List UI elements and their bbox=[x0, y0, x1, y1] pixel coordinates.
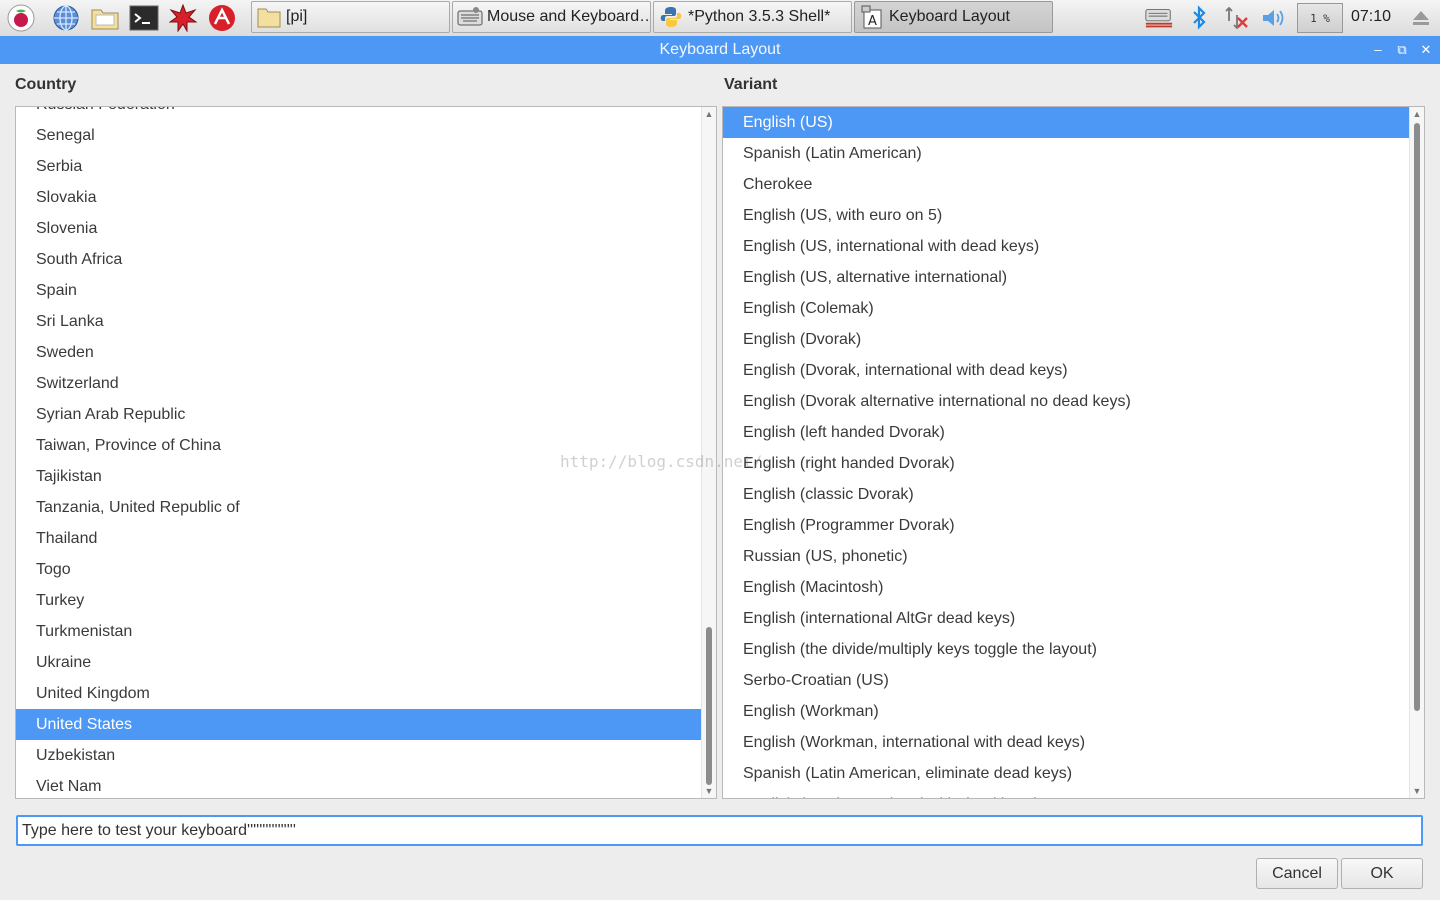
minimize-button[interactable]: ‒ bbox=[1368, 36, 1388, 64]
folder-icon bbox=[256, 5, 282, 29]
scroll-down-icon[interactable]: ▼ bbox=[702, 784, 716, 798]
variant-item[interactable]: English (the divide/multiply keys toggle… bbox=[723, 634, 1409, 665]
task-python-shell[interactable]: *Python 3.5.3 Shell* bbox=[653, 1, 852, 33]
country-list-rows: Russian FederationSenegalSerbiaSlovakiaS… bbox=[16, 107, 701, 798]
variant-item[interactable]: Cherokee bbox=[723, 169, 1409, 200]
web-browser-icon[interactable] bbox=[51, 3, 81, 33]
cpu-monitor: 1 % bbox=[1297, 3, 1343, 33]
task-label: [pi] bbox=[286, 8, 308, 25]
variant-item[interactable]: English (Dvorak, international with dead… bbox=[723, 355, 1409, 386]
country-item[interactable]: Tajikistan bbox=[16, 461, 701, 492]
variant-list-rows: English (US) Spanish (Latin American) Cher… bbox=[723, 107, 1409, 798]
country-item[interactable]: Tanzania, United Republic of bbox=[16, 492, 701, 523]
wolfram-icon[interactable] bbox=[207, 3, 237, 33]
variant-item[interactable]: English (Colemak) bbox=[723, 293, 1409, 324]
bluetooth-icon[interactable] bbox=[1184, 3, 1214, 33]
task-keyboard-layout[interactable]: A Keyboard Layout bbox=[854, 1, 1053, 33]
country-item[interactable]: Turkmenistan bbox=[16, 616, 701, 647]
close-button[interactable]: ✕ bbox=[1416, 36, 1436, 64]
variant-item[interactable]: English (international AltGr dead keys) bbox=[723, 603, 1409, 634]
variant-item[interactable]: Serbo-Croatian (US) bbox=[723, 665, 1409, 696]
country-item[interactable]: Slovakia bbox=[16, 182, 701, 213]
clock[interactable]: 07:10 bbox=[1351, 8, 1391, 26]
variant-item[interactable]: English (US, with euro on 5) bbox=[723, 200, 1409, 231]
volume-icon[interactable] bbox=[1258, 3, 1288, 33]
eject-icon[interactable] bbox=[1406, 3, 1436, 33]
scroll-up-icon[interactable]: ▲ bbox=[702, 107, 716, 121]
country-item[interactable]: Syrian Arab Republic bbox=[16, 399, 701, 430]
country-item[interactable]: Switzerland bbox=[16, 368, 701, 399]
country-scrollbar[interactable]: ▲ ▼ bbox=[701, 107, 716, 798]
country-item[interactable]: Senegal bbox=[16, 120, 701, 151]
variant-item[interactable]: Spanish (Latin American, eliminate dead … bbox=[723, 758, 1409, 789]
cpu-usage: 1 % bbox=[1310, 11, 1330, 25]
taskbar: [pi] Mouse and Keyboard… *Python 3.5.3 S… bbox=[0, 0, 1440, 37]
variant-item[interactable]: Russian (US, phonetic) bbox=[723, 541, 1409, 572]
country-item[interactable]: Togo bbox=[16, 554, 701, 585]
variant-item[interactable]: English (right handed Dvorak) bbox=[723, 448, 1409, 479]
task-label: Mouse and Keyboard… bbox=[487, 8, 651, 25]
country-label: Country bbox=[15, 76, 77, 93]
task-label: *Python 3.5.3 Shell* bbox=[688, 8, 831, 25]
variant-item[interactable]: English (Macintosh) bbox=[723, 572, 1409, 603]
country-item[interactable]: Taiwan, Province of China bbox=[16, 430, 701, 461]
variant-item[interactable]: English (US, international with dead key… bbox=[723, 231, 1409, 262]
file-manager-icon[interactable] bbox=[90, 3, 120, 33]
window-title: Keyboard Layout bbox=[659, 41, 781, 58]
variant-item[interactable]: English (Workman, international with dea… bbox=[723, 727, 1409, 758]
variant-list[interactable]: English (US) Spanish (Latin American) Cher… bbox=[722, 106, 1425, 799]
variant-item[interactable]: Spanish (Latin American) bbox=[723, 138, 1409, 169]
variant-item[interactable]: English (Workman) bbox=[723, 696, 1409, 727]
scroll-up-icon[interactable]: ▲ bbox=[1410, 107, 1424, 121]
country-item[interactable]: Viet Nam bbox=[16, 771, 701, 798]
country-item[interactable]: Serbia bbox=[16, 151, 701, 182]
task-label: Keyboard Layout bbox=[889, 8, 1010, 25]
task-file-manager[interactable]: [pi] bbox=[251, 1, 450, 33]
variant-item[interactable]: English (US, international with dead key… bbox=[723, 789, 1409, 798]
python-icon bbox=[658, 5, 684, 29]
variant-item[interactable]: English (Dvorak) bbox=[723, 324, 1409, 355]
country-item[interactable]: United States bbox=[16, 709, 701, 740]
country-item[interactable]: South Africa bbox=[16, 244, 701, 275]
variant-item[interactable]: English (Dvorak alternative internationa… bbox=[723, 386, 1409, 417]
keyboard-layout-icon: A bbox=[859, 5, 885, 29]
variant-item[interactable]: English (US, alternative international) bbox=[723, 262, 1409, 293]
country-item[interactable]: United Kingdom bbox=[16, 678, 701, 709]
scroll-thumb[interactable] bbox=[1414, 123, 1420, 711]
scroll-thumb[interactable] bbox=[706, 627, 712, 785]
variant-scrollbar[interactable]: ▲ ▼ bbox=[1409, 107, 1424, 798]
country-item[interactable]: Spain bbox=[16, 275, 701, 306]
svg-text:A: A bbox=[868, 14, 877, 29]
window-titlebar[interactable]: Keyboard Layout ‒ ⧉ ✕ bbox=[0, 36, 1440, 64]
country-item[interactable]: Sri Lanka bbox=[16, 306, 701, 337]
country-item[interactable]: Thailand bbox=[16, 523, 701, 554]
keyboard-test-input[interactable] bbox=[16, 815, 1423, 846]
terminal-icon[interactable] bbox=[129, 3, 159, 33]
variant-item[interactable]: English (Programmer Dvorak) bbox=[723, 510, 1409, 541]
country-item[interactable]: Slovenia bbox=[16, 213, 701, 244]
ok-button[interactable]: OK bbox=[1341, 858, 1423, 889]
variant-label: Variant bbox=[724, 76, 778, 93]
country-item[interactable]: Turkey bbox=[16, 585, 701, 616]
country-item[interactable]: Ukraine bbox=[16, 647, 701, 678]
country-item[interactable]: Uzbekistan bbox=[16, 740, 701, 771]
country-list[interactable]: Russian FederationSenegalSerbiaSlovakiaS… bbox=[15, 106, 717, 799]
variant-item[interactable]: English (US) bbox=[723, 107, 1409, 138]
variant-item[interactable]: English (classic Dvorak) bbox=[723, 479, 1409, 510]
scroll-down-icon[interactable]: ▼ bbox=[1410, 784, 1424, 798]
keyboard-settings-icon bbox=[457, 5, 483, 29]
task-mouse-keyboard[interactable]: Mouse and Keyboard… bbox=[452, 1, 651, 33]
network-disconnected-icon[interactable] bbox=[1221, 3, 1251, 33]
math-icon[interactable] bbox=[168, 3, 198, 33]
country-item[interactable]: Russian Federation bbox=[16, 107, 701, 120]
maximize-button[interactable]: ⧉ bbox=[1392, 36, 1412, 64]
cancel-button[interactable]: Cancel bbox=[1256, 858, 1338, 889]
keyboard-indicator-icon[interactable] bbox=[1144, 3, 1174, 33]
country-item[interactable]: Sweden bbox=[16, 337, 701, 368]
raspberry-menu-icon[interactable] bbox=[6, 3, 36, 33]
variant-item[interactable]: English (left handed Dvorak) bbox=[723, 417, 1409, 448]
